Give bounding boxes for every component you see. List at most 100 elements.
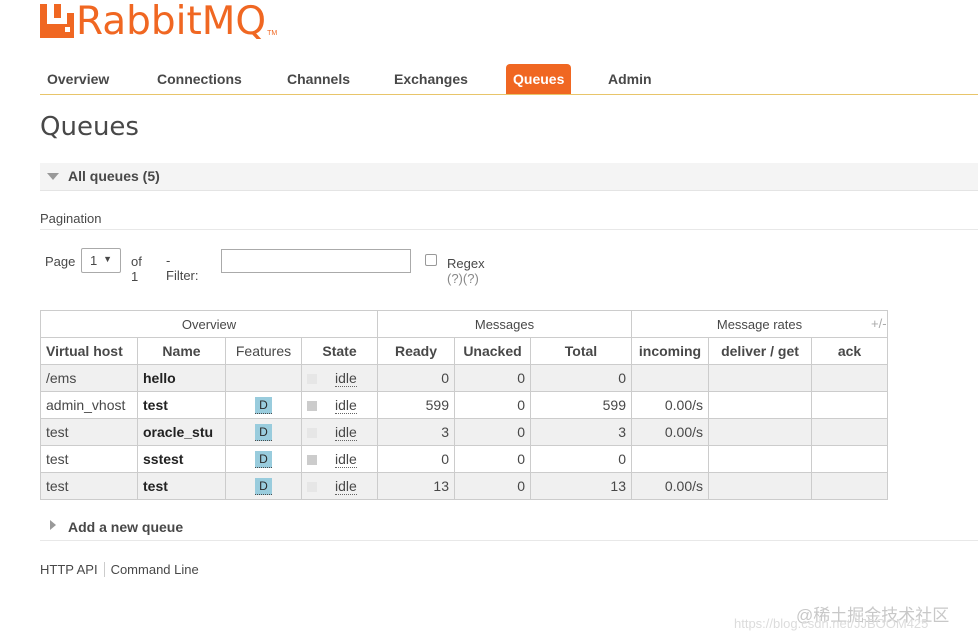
cell-vhost: test [40, 418, 138, 446]
cell-unacked: 0 [454, 364, 531, 392]
nav-connections[interactable]: Connections [150, 64, 249, 94]
group-messages: Messages [377, 310, 632, 338]
cell-ack [811, 418, 888, 446]
cell-ack [811, 472, 888, 500]
brand-trademark: TM [267, 30, 278, 37]
durable-badge: D [255, 424, 272, 441]
page-count-label: of 1 [131, 254, 142, 284]
state-text: idle [335, 424, 357, 441]
cell-ack [811, 445, 888, 473]
cell-total: 599 [530, 391, 632, 419]
cell-state: idle [301, 391, 378, 419]
cell-incoming: 0.00/s [631, 418, 709, 446]
table-row[interactable]: test sstest D idle 0 0 0 [40, 445, 888, 473]
table-row[interactable]: admin_vhost test D idle 599 0 599 0.00/s [40, 391, 888, 419]
queue-name-link[interactable]: test [137, 391, 226, 419]
table-row[interactable]: /ems hello idle 0 0 0 [40, 364, 888, 392]
cell-unacked: 0 [454, 445, 531, 473]
cell-ack [811, 364, 888, 392]
cell-total: 0 [530, 364, 632, 392]
footer-link-http-api[interactable]: HTTP API [40, 562, 98, 577]
nav-channels[interactable]: Channels [280, 64, 357, 94]
cell-features: D [225, 391, 302, 419]
table-row[interactable]: test test D idle 13 0 13 0.00/s [40, 472, 888, 500]
cell-features: D [225, 418, 302, 446]
nav-admin[interactable]: Admin [601, 64, 659, 94]
regex-help-link[interactable]: (?)(?) [447, 271, 479, 286]
col-ready[interactable]: Ready [377, 337, 455, 365]
group-overview: Overview [40, 310, 378, 338]
nav-exchanges[interactable]: Exchanges [387, 64, 475, 94]
cell-state: idle [301, 418, 378, 446]
cell-incoming: 0.00/s [631, 391, 709, 419]
add-queue-label: Add a new queue [68, 519, 184, 535]
all-queues-label: All queues (5) [68, 168, 160, 184]
cell-features: D [225, 472, 302, 500]
cell-deliver-get [708, 445, 812, 473]
col-name[interactable]: Name [137, 337, 226, 365]
col-deliver-get[interactable]: deliver / get [708, 337, 812, 365]
nav-overview[interactable]: Overview [40, 64, 116, 94]
cell-state: idle [301, 364, 378, 392]
page-title: Queues [40, 112, 139, 142]
cell-incoming [631, 445, 709, 473]
cell-ready: 3 [377, 418, 455, 446]
state-indicator-icon [307, 374, 317, 384]
page-select-value: 1 [90, 253, 98, 268]
regex-label: Regex [447, 256, 485, 271]
footer-link-command-line[interactable]: Command Line [111, 562, 199, 577]
queue-name-link[interactable]: sstest [137, 445, 226, 473]
cell-deliver-get [708, 364, 812, 392]
pagination-heading: Pagination [40, 211, 102, 226]
cell-vhost: admin_vhost [40, 391, 138, 419]
queue-name-link[interactable]: test [137, 472, 226, 500]
cell-deliver-get [708, 391, 812, 419]
regex-checkbox[interactable] [425, 254, 437, 266]
state-text: idle [335, 451, 357, 468]
cell-total: 0 [530, 445, 632, 473]
nav-queues[interactable]: Queues [506, 64, 572, 94]
state-indicator-icon [307, 455, 317, 465]
filter-input[interactable] [221, 249, 411, 273]
state-indicator-icon [307, 401, 317, 411]
footer: HTTP API Command Line [40, 562, 199, 577]
col-total[interactable]: Total [530, 337, 632, 365]
toggle-columns-button[interactable]: +/- [871, 316, 887, 331]
page-label: Page [45, 254, 76, 269]
cell-total: 3 [530, 418, 632, 446]
queues-table: Overview Messages Message rates Virtual … [40, 310, 888, 500]
cell-deliver-get [708, 418, 812, 446]
group-message-rates: Message rates [631, 310, 888, 338]
cell-ready: 599 [377, 391, 455, 419]
table-row[interactable]: test oracle_stu D idle 3 0 3 0.00/s [40, 418, 888, 446]
all-queues-toggle[interactable]: All queues (5) [40, 163, 978, 191]
cell-ready: 0 [377, 445, 455, 473]
collapse-arrow-icon [47, 173, 59, 180]
durable-badge: D [255, 451, 272, 468]
dropdown-arrow-icon: ▼ [103, 254, 112, 264]
durable-badge: D [255, 478, 272, 495]
page-select[interactable]: 1 ▼ [81, 248, 121, 273]
state-text: idle [335, 370, 357, 387]
cell-vhost: test [40, 445, 138, 473]
state-text: idle [335, 397, 357, 414]
main-nav: Overview Connections Channels Exchanges … [40, 64, 978, 95]
col-virtual-host[interactable]: Virtual host [40, 337, 138, 365]
divider [40, 229, 978, 230]
col-state[interactable]: State [301, 337, 378, 365]
add-queue-toggle[interactable]: Add a new queue [40, 518, 978, 541]
durable-badge: D [255, 397, 272, 414]
col-incoming[interactable]: incoming [631, 337, 709, 365]
footer-divider [103, 562, 105, 577]
col-ack[interactable]: ack [811, 337, 888, 365]
cell-incoming [631, 364, 709, 392]
queue-name-link[interactable]: oracle_stu [137, 418, 226, 446]
queue-name-link[interactable]: hello [137, 364, 226, 392]
cell-vhost: /ems [40, 364, 138, 392]
cell-state: idle [301, 472, 378, 500]
cell-state: idle [301, 445, 378, 473]
col-unacked[interactable]: Unacked [454, 337, 531, 365]
col-features: Features [225, 337, 302, 365]
cell-features [225, 364, 302, 392]
cell-unacked: 0 [454, 418, 531, 446]
